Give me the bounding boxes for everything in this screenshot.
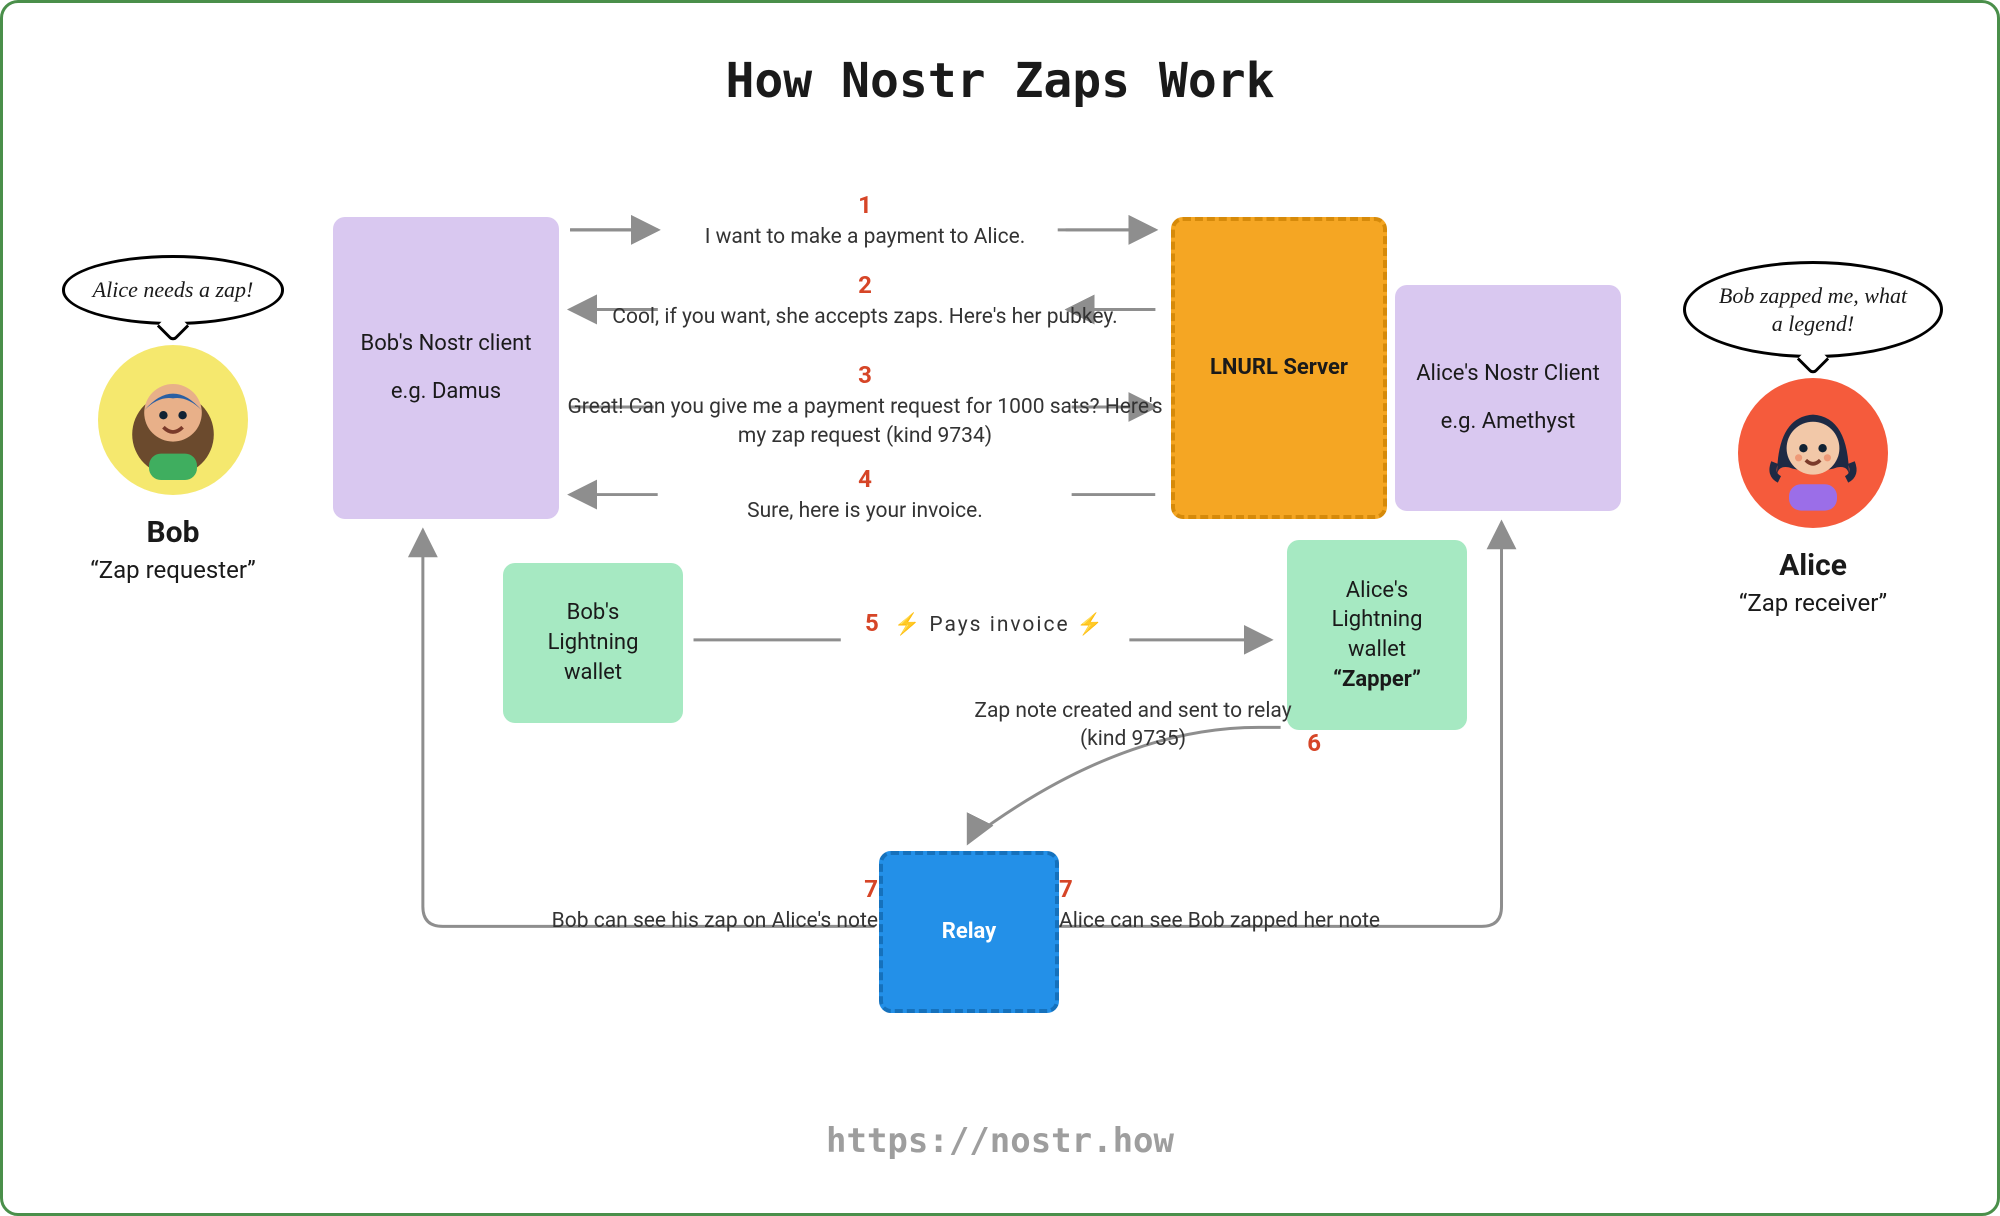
person-icon bbox=[113, 360, 233, 480]
label-sub: e.g. Amethyst bbox=[1441, 407, 1576, 437]
l1: Alice's bbox=[1346, 576, 1408, 606]
step-number: 3 bbox=[559, 359, 1171, 391]
step-number: 5 bbox=[865, 609, 879, 637]
label: Alice's Nostr Client bbox=[1416, 359, 1600, 389]
step-1: 1 I want to make a payment to Alice. bbox=[559, 189, 1171, 252]
actor-role: “Zap requester” bbox=[43, 556, 303, 584]
l1: Bob's bbox=[567, 598, 620, 628]
speech-bubble: Alice needs a zap! bbox=[62, 255, 285, 325]
step-text: Sure, here is your invoice. bbox=[747, 499, 983, 523]
step-7-right: 7 Alice can see Bob zapped her note bbox=[1059, 873, 1604, 936]
label-sub: e.g. Damus bbox=[391, 377, 501, 407]
actor-name: Alice bbox=[1683, 548, 1943, 583]
node-alice-wallet: Alice's Lightning wallet “Zapper” bbox=[1287, 540, 1467, 730]
page-title: How Nostr Zaps Work bbox=[3, 53, 1997, 109]
node-relay: Relay bbox=[879, 851, 1059, 1013]
step-4: 4 Sure, here is your invoice. bbox=[559, 463, 1171, 526]
step-text: I want to make a payment to Alice. bbox=[705, 225, 1026, 249]
l3: wallet bbox=[1348, 635, 1406, 665]
label: Relay bbox=[942, 917, 996, 947]
node-bob-wallet: Bob's Lightning wallet bbox=[503, 563, 683, 723]
step-5: 5 ⚡ Pays invoice ⚡ bbox=[683, 607, 1287, 639]
avatar bbox=[1738, 378, 1888, 528]
step-text: Zap note created and sent to relay (kind… bbox=[974, 699, 1291, 751]
step-text: ⚡ Pays invoice ⚡ bbox=[894, 613, 1105, 637]
l2: Lightning bbox=[548, 628, 639, 658]
step-2: 2 Cool, if you want, she accepts zaps. H… bbox=[559, 269, 1171, 332]
actor-role: “Zap receiver” bbox=[1683, 589, 1943, 617]
actor-alice: Bob zapped me, what a legend! Alice “Zap… bbox=[1683, 261, 1943, 617]
step-6: Zap note created and sent to relay (kind… bbox=[973, 697, 1293, 754]
step-text: Great! Can you give me a payment request… bbox=[567, 395, 1162, 447]
step-number: 6 bbox=[1307, 727, 1321, 759]
step-3: 3 Great! Can you give me a payment reque… bbox=[559, 359, 1171, 450]
step-text: Bob can see his zap on Alice's note bbox=[552, 909, 878, 933]
actor-name: Bob bbox=[43, 515, 303, 550]
step-number: 1 bbox=[559, 189, 1171, 221]
step-number: 7 bbox=[333, 873, 878, 905]
label: LNURL Server bbox=[1210, 353, 1348, 383]
actor-bob: Alice needs a zap! Bob “Zap requester” bbox=[43, 255, 303, 584]
person-icon bbox=[1753, 393, 1873, 513]
label: Bob's Nostr client bbox=[360, 329, 531, 359]
l3: wallet bbox=[564, 658, 622, 688]
node-lnurl-server: LNURL Server bbox=[1171, 217, 1387, 519]
step-text: Cool, if you want, she accepts zaps. Her… bbox=[612, 305, 1117, 329]
l2: Lightning bbox=[1332, 605, 1423, 635]
footer-url: https://nostr.how bbox=[3, 1121, 1997, 1161]
step-text: Alice can see Bob zapped her note bbox=[1059, 909, 1380, 933]
step-number: 7 bbox=[1059, 873, 1604, 905]
node-alice-client: Alice's Nostr Client e.g. Amethyst bbox=[1395, 285, 1621, 511]
diagram-frame: How Nostr Zaps Work bbox=[0, 0, 2000, 1216]
avatar bbox=[98, 345, 248, 495]
step-number: 4 bbox=[559, 463, 1171, 495]
node-bob-client: Bob's Nostr client e.g. Damus bbox=[333, 217, 559, 519]
speech-bubble: Bob zapped me, what a legend! bbox=[1683, 261, 1943, 358]
l4: “Zapper” bbox=[1333, 665, 1421, 695]
step-number: 2 bbox=[559, 269, 1171, 301]
step-7-left: 7 Bob can see his zap on Alice's note bbox=[333, 873, 878, 936]
